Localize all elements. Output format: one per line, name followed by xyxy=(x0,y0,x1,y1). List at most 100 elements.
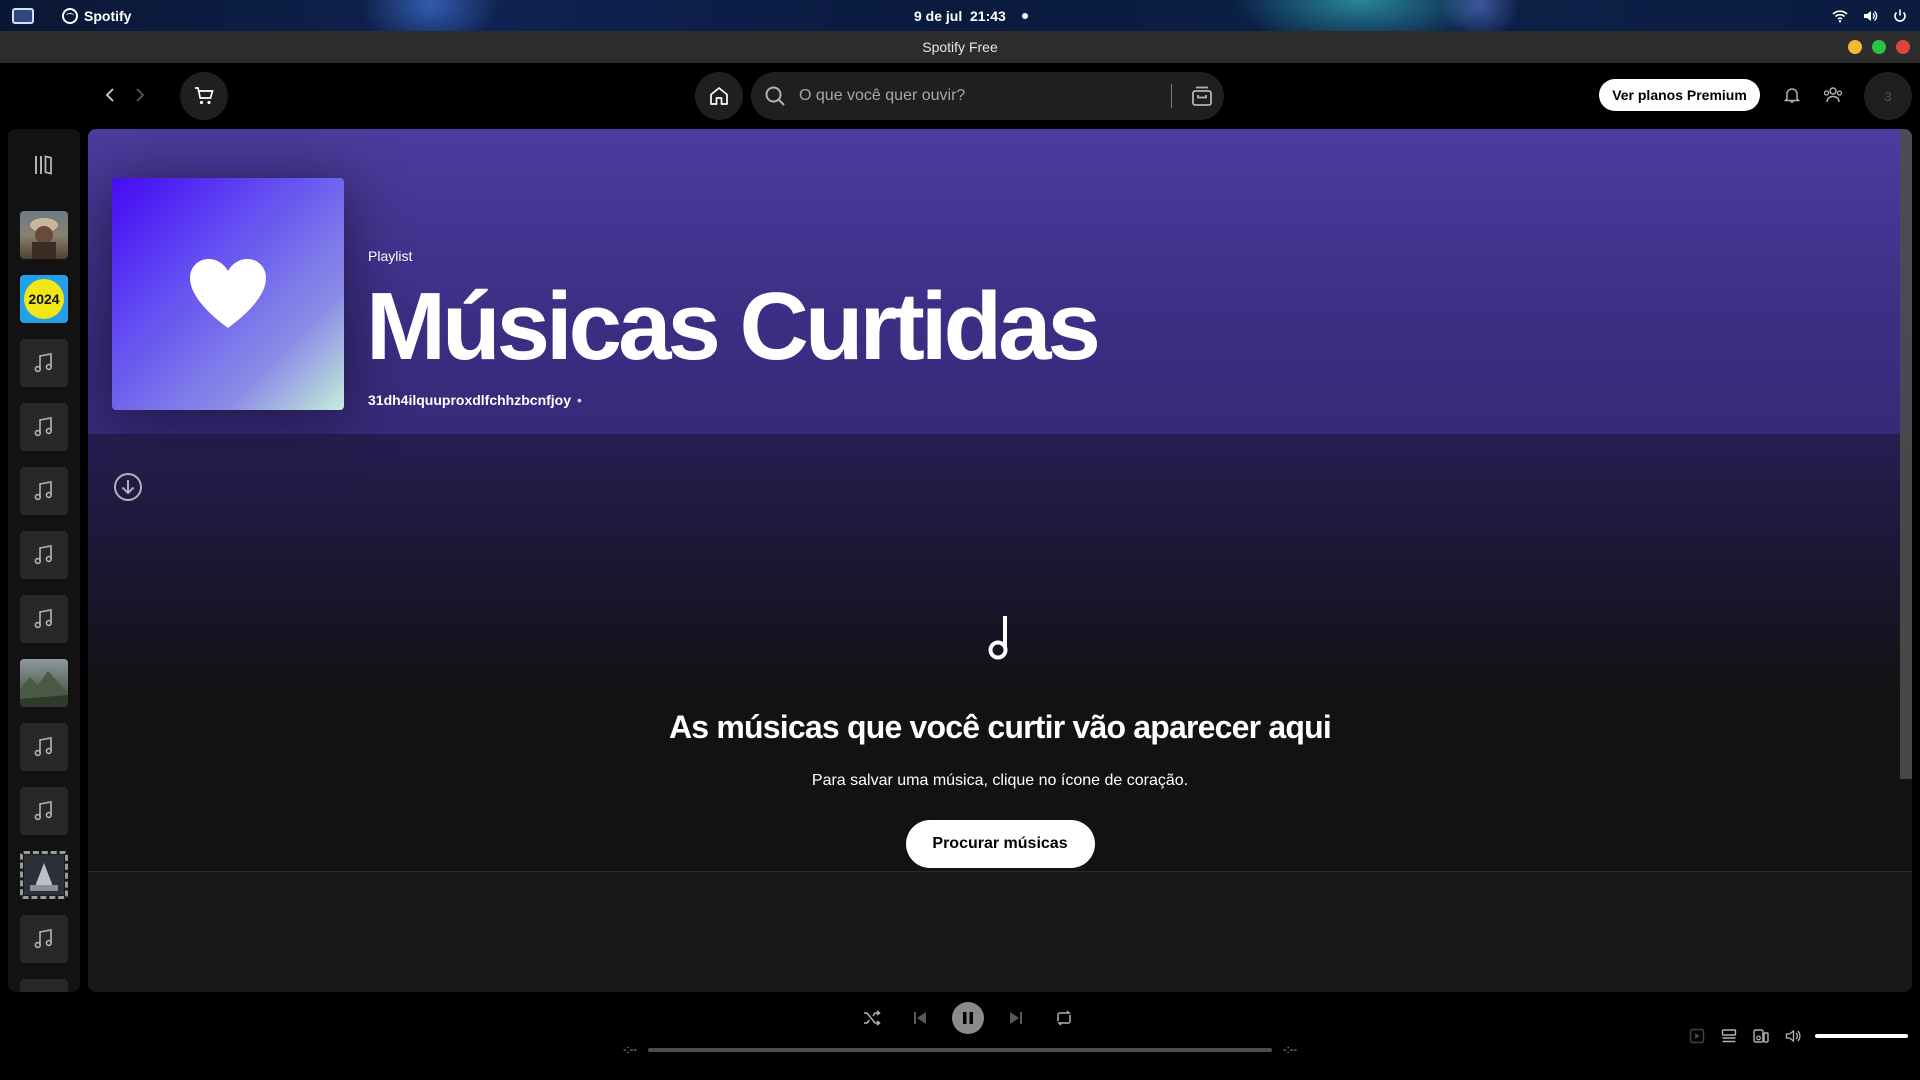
browse-button[interactable] xyxy=(1180,72,1224,120)
spotify-app: Ver planos Premium 3 2024 xyxy=(0,63,1920,1080)
window-title-bar[interactable]: Spotify Free xyxy=(0,31,1920,63)
repeat-icon xyxy=(1057,1010,1071,1026)
queue-button[interactable] xyxy=(1719,1026,1739,1046)
search-bar[interactable] xyxy=(751,72,1224,120)
cart-icon xyxy=(195,87,214,105)
empty-state-subtitle: Para salvar uma música, clique no ícone … xyxy=(811,772,1189,789)
close-button[interactable] xyxy=(1896,40,1910,54)
shuffle-icon xyxy=(864,1010,881,1026)
now-playing-view-button[interactable] xyxy=(1687,1026,1707,1046)
home-icon xyxy=(710,87,728,105)
library-item-photo[interactable] xyxy=(20,211,68,259)
library-item-landscape[interactable] xyxy=(20,659,68,707)
playlist-cover[interactable] xyxy=(112,178,344,410)
music-note-icon xyxy=(980,609,1020,665)
cart-button[interactable] xyxy=(180,72,228,120)
volume-icon xyxy=(1864,10,1878,21)
player-bar: -:-- -:-- xyxy=(0,992,1920,1080)
music-note-icon xyxy=(34,737,52,757)
shuffle-button[interactable] xyxy=(856,1002,888,1034)
music-note-icon xyxy=(34,481,52,501)
playback-controls xyxy=(856,1002,1080,1034)
total-time: -:-- xyxy=(1282,1044,1298,1056)
library-item-playlist[interactable] xyxy=(20,979,68,992)
empty-state-title: As músicas que você curtir vão aparecer … xyxy=(668,709,1332,745)
library-toggle-button[interactable] xyxy=(30,151,58,179)
friend-activity-button[interactable] xyxy=(1821,83,1845,107)
music-note-icon xyxy=(34,801,52,821)
download-icon xyxy=(114,473,142,501)
library-item-playlist[interactable] xyxy=(20,403,68,451)
app-menu-label: Spotify xyxy=(84,7,132,24)
heart-icon xyxy=(190,259,266,328)
library-item-playlist[interactable] xyxy=(20,467,68,515)
back-button[interactable] xyxy=(98,83,122,107)
mute-button[interactable] xyxy=(1783,1026,1803,1046)
now-playing-icon xyxy=(1689,1028,1705,1044)
music-note-icon xyxy=(34,545,52,565)
skip-back-icon xyxy=(914,1012,926,1024)
system-top-bar: Spotify 9 de jul 21:43 xyxy=(0,0,1920,31)
main-scrollbar[interactable] xyxy=(1900,129,1912,779)
pause-icon xyxy=(963,1012,973,1024)
page-title: Músicas Curtidas xyxy=(366,273,1101,380)
library-item-playlist[interactable] xyxy=(20,723,68,771)
home-button[interactable] xyxy=(695,72,743,120)
devices-icon xyxy=(1753,1029,1769,1043)
main-footer-area xyxy=(88,871,1912,992)
notifications-button[interactable] xyxy=(1780,83,1804,107)
browse-icon xyxy=(1192,86,1212,106)
photo-thumbnail-icon xyxy=(30,218,58,259)
playback-progress: -:-- -:-- xyxy=(620,1042,1300,1058)
maximize-button[interactable] xyxy=(1872,40,1886,54)
window-controls xyxy=(1848,40,1910,54)
library-sidebar: 2024 xyxy=(8,129,80,992)
playlist-owner-line: 31dh4ilquuproxdlfchhzbcnfjoy • xyxy=(368,392,582,408)
framed-photo-thumbnail-icon xyxy=(24,855,64,895)
clock[interactable]: 9 de jul 21:43 xyxy=(914,0,1028,31)
clock-date-time: 9 de jul 21:43 xyxy=(914,7,1006,24)
connect-device-button[interactable] xyxy=(1751,1026,1771,1046)
notification-dot xyxy=(1021,12,1028,19)
music-note-icon xyxy=(34,353,52,373)
wrapped-2024-thumbnail: 2024 xyxy=(24,279,64,319)
friends-icon xyxy=(1823,87,1843,103)
library-item-playlist[interactable] xyxy=(20,595,68,643)
progress-bar[interactable] xyxy=(648,1048,1272,1052)
volume-slider[interactable] xyxy=(1815,1034,1908,1038)
forward-button[interactable] xyxy=(128,83,152,107)
volume-level xyxy=(1815,1034,1908,1038)
play-pause-button[interactable] xyxy=(952,1002,984,1034)
search-divider xyxy=(1171,84,1172,108)
repeat-button[interactable] xyxy=(1048,1002,1080,1034)
library-item-framed-photo[interactable] xyxy=(20,851,68,899)
elapsed-time: -:-- xyxy=(622,1044,638,1056)
explore-premium-button[interactable]: Ver planos Premium xyxy=(1599,79,1760,111)
find-songs-button[interactable]: Procurar músicas xyxy=(905,820,1095,868)
activities-button[interactable] xyxy=(12,0,36,31)
spotify-logo-icon xyxy=(62,7,78,24)
next-button[interactable] xyxy=(1000,1002,1032,1034)
power-icon xyxy=(1894,9,1906,22)
app-menu[interactable]: Spotify xyxy=(62,0,131,31)
library-item-playlist[interactable] xyxy=(20,787,68,835)
library-item-wrapped-2024[interactable]: 2024 xyxy=(20,275,68,323)
previous-button[interactable] xyxy=(904,1002,936,1034)
search-input[interactable] xyxy=(799,87,1159,105)
playlist-type-label: Playlist xyxy=(368,248,413,264)
system-tray[interactable] xyxy=(1832,0,1908,31)
empty-state: As músicas que você curtir vão aparecer … xyxy=(88,609,1912,868)
library-item-playlist[interactable] xyxy=(20,915,68,963)
user-avatar-button[interactable]: 3 xyxy=(1864,72,1912,120)
bell-icon xyxy=(1783,88,1801,103)
queue-icon xyxy=(1721,1029,1737,1043)
library-item-playlist[interactable] xyxy=(20,339,68,387)
minimize-button[interactable] xyxy=(1848,40,1862,54)
window-title: Spotify Free xyxy=(922,39,998,55)
chevron-right-icon xyxy=(136,88,145,102)
owner-link[interactable]: 31dh4ilquuproxdlfchhzbcnfjoy xyxy=(368,392,571,408)
volume-icon xyxy=(1785,1029,1801,1043)
music-note-icon xyxy=(34,609,52,629)
library-item-playlist[interactable] xyxy=(20,531,68,579)
download-button[interactable] xyxy=(112,471,144,503)
